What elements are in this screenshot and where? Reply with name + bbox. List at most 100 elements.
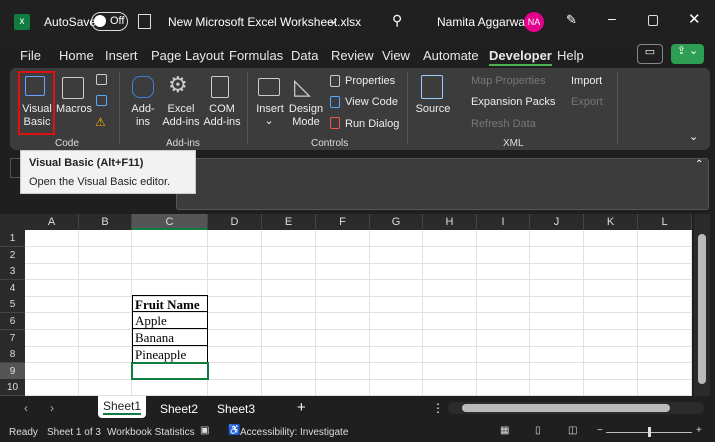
save-icon[interactable] xyxy=(138,14,151,29)
tab-help[interactable]: Help xyxy=(557,48,584,63)
insert-controls-icon xyxy=(258,78,280,96)
autosave-toggle[interactable]: Off xyxy=(91,12,128,31)
column-header-d[interactable]: D xyxy=(208,214,262,230)
column-header-k[interactable]: K xyxy=(584,214,638,230)
com-addins-button[interactable]: COM Add-ins xyxy=(202,103,242,129)
tab-data[interactable]: Data xyxy=(291,48,318,63)
workbook-statistics-button[interactable]: Workbook Statistics xyxy=(107,427,195,438)
zoom-slider[interactable] xyxy=(606,427,692,437)
minimize-button[interactable]: – xyxy=(608,10,616,26)
share-button[interactable]: ⇪ ⌄ xyxy=(671,44,704,64)
tab-page-layout[interactable]: Page Layout xyxy=(151,48,224,63)
row-header-1[interactable]: 1 xyxy=(0,230,25,247)
vertical-scrollbar[interactable] xyxy=(694,214,710,396)
column-header-j[interactable]: J xyxy=(530,214,584,230)
macros-button[interactable]: Macros xyxy=(55,103,93,116)
row-header-7[interactable]: 7 xyxy=(0,329,25,347)
row-header-3[interactable]: 3 xyxy=(0,263,25,281)
tooltip: Visual Basic (Alt+F11) Open the Visual B… xyxy=(20,150,196,194)
cell-c5[interactable]: Fruit Name xyxy=(132,295,208,312)
run-dialog-icon xyxy=(330,117,340,129)
tab-home[interactable]: Home xyxy=(59,48,94,63)
scroll-tabs-left-icon[interactable]: ‹ xyxy=(24,401,28,415)
chevron-down-icon[interactable]: ⌄ xyxy=(328,13,338,27)
row-header-5[interactable]: 5 xyxy=(0,296,25,314)
controls-group-label: Controls xyxy=(311,138,349,149)
excel-addins-button[interactable]: Excel Add-ins xyxy=(161,103,201,129)
macros-icon xyxy=(62,77,84,99)
sheet-tab-sheet3[interactable]: Sheet3 xyxy=(217,402,255,416)
close-button[interactable]: ✕ xyxy=(688,10,701,28)
tab-automate[interactable]: Automate xyxy=(423,48,479,63)
column-header-g[interactable]: G xyxy=(370,214,423,230)
row-header-10[interactable]: 10 xyxy=(0,379,25,397)
zoom-out-button[interactable]: − xyxy=(597,425,603,436)
ribbon-tabs: File Home Insert Page Layout Formulas Da… xyxy=(0,44,715,68)
maximize-button[interactable] xyxy=(648,15,658,26)
tab-review[interactable]: Review xyxy=(331,48,374,63)
page-break-preview-icon[interactable]: ◫ xyxy=(568,425,577,436)
formula-bar[interactable] xyxy=(176,158,709,210)
select-all-button[interactable] xyxy=(0,214,25,230)
run-dialog-button[interactable]: Run Dialog xyxy=(345,118,399,131)
map-properties-button[interactable]: Map Properties xyxy=(471,75,546,88)
tab-insert[interactable]: Insert xyxy=(105,48,138,63)
tab-view[interactable]: View xyxy=(382,48,410,63)
column-header-b[interactable]: B xyxy=(79,214,132,230)
expansion-packs-button[interactable]: Expansion Packs xyxy=(471,96,555,109)
active-cell-c9[interactable] xyxy=(131,362,209,380)
page-layout-view-icon[interactable]: ▯ xyxy=(535,425,541,436)
cell-c6[interactable]: Apple xyxy=(132,312,208,329)
search-icon[interactable]: ⚲ xyxy=(392,12,402,29)
status-bar: Ready Sheet 1 of 3 Workbook Statistics ▣… xyxy=(0,422,715,442)
column-header-e[interactable]: E xyxy=(262,214,316,230)
tooltip-title: Visual Basic (Alt+F11) xyxy=(29,157,144,169)
normal-view-icon[interactable]: ▦ xyxy=(500,425,509,436)
comments-button[interactable]: ▭ xyxy=(637,44,663,64)
horizontal-scrollbar[interactable] xyxy=(448,402,704,414)
row-header-4[interactable]: 4 xyxy=(0,279,25,297)
refresh-data-button[interactable]: Refresh Data xyxy=(471,118,536,131)
properties-button[interactable]: Properties xyxy=(345,75,395,88)
cell-c8[interactable]: Pineapple xyxy=(132,346,208,363)
column-header-h[interactable]: H xyxy=(423,214,477,230)
view-code-button[interactable]: View Code xyxy=(345,96,398,109)
addins-button[interactable]: Add- ins xyxy=(126,103,160,129)
source-button[interactable]: Source xyxy=(415,103,451,116)
worksheet-grid[interactable] xyxy=(0,214,692,396)
avatar[interactable]: NA xyxy=(524,12,544,32)
column-header-i[interactable]: I xyxy=(477,214,530,230)
zoom-in-button[interactable]: + xyxy=(696,425,702,436)
row-header-2[interactable]: 2 xyxy=(0,246,25,264)
accessibility-button[interactable]: Accessibility: Investigate xyxy=(240,427,348,438)
cell-c7[interactable]: Banana xyxy=(132,329,208,346)
macro-recording-icon[interactable]: ▣ xyxy=(200,425,209,436)
export-button[interactable]: Export xyxy=(571,96,603,109)
sheet-tab-sheet1[interactable]: Sheet1 xyxy=(98,396,146,418)
collapse-ribbon-icon[interactable]: ⌄ xyxy=(689,130,698,143)
expand-formula-bar-icon[interactable]: ⌃ xyxy=(695,159,703,170)
column-header-f[interactable]: F xyxy=(316,214,370,230)
tab-formulas[interactable]: Formulas xyxy=(229,48,283,63)
row-header-8[interactable]: 8 xyxy=(0,346,25,364)
pen-icon[interactable]: ✎ xyxy=(566,12,577,28)
record-macro-icon[interactable] xyxy=(96,74,107,85)
column-header-a[interactable]: A xyxy=(25,214,79,230)
chevron-down-icon: ⌄ xyxy=(264,115,274,127)
sheet-tabs-bar: ‹ › Sheet1 Sheet2 Sheet3 + ⋮ xyxy=(0,396,715,422)
macro-security-icon[interactable]: ⚠ xyxy=(95,115,106,129)
tab-file[interactable]: File xyxy=(20,48,41,63)
row-header-6[interactable]: 6 xyxy=(0,313,25,330)
column-header-c[interactable]: C xyxy=(132,214,208,230)
column-header-l[interactable]: L xyxy=(638,214,692,230)
design-mode-button[interactable]: Design Mode xyxy=(288,103,324,129)
more-options-icon[interactable]: ⋮ xyxy=(432,401,444,415)
user-name: Namita Aggarwal xyxy=(437,15,528,29)
tab-developer[interactable]: Developer xyxy=(489,48,552,66)
sheet-tab-sheet2[interactable]: Sheet2 xyxy=(160,402,198,416)
row-header-9[interactable]: 9 xyxy=(0,362,25,380)
add-sheet-button[interactable]: + xyxy=(297,399,306,416)
relative-references-icon[interactable] xyxy=(96,95,107,106)
import-button[interactable]: Import xyxy=(571,75,602,88)
scroll-tabs-right-icon[interactable]: › xyxy=(50,401,54,415)
